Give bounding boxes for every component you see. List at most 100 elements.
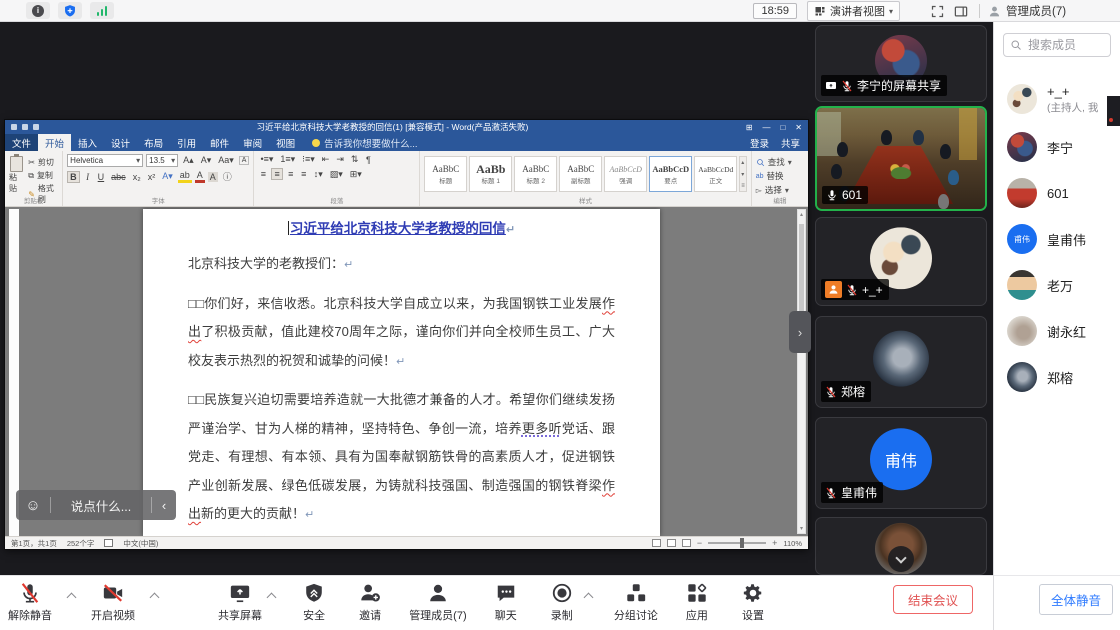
unmute-button[interactable]: 解除静音 <box>8 582 52 623</box>
video-tile-host[interactable]: +_+ <box>815 217 987 306</box>
font-size-combo[interactable]: 13.5▾ <box>146 154 178 167</box>
replace-button[interactable]: ab替换 <box>756 170 804 182</box>
emoji-smile-icon[interactable]: ☺ <box>16 498 50 513</box>
text-effects-button[interactable]: A▾ <box>160 171 175 182</box>
apps-button[interactable]: 应用 <box>680 582 714 623</box>
video-options-caret[interactable] <box>150 593 160 603</box>
underline-button[interactable]: U <box>96 172 107 182</box>
manage-members-topbar-button[interactable]: 管理成员(7) <box>988 3 1106 19</box>
font-family-combo[interactable]: Helvetica▾ <box>67 154 143 167</box>
italic-button[interactable]: I <box>83 172 93 182</box>
member-row-host[interactable]: +_+ (主持人, 我 <box>994 74 1120 124</box>
font-color-button[interactable]: A <box>195 170 205 183</box>
clear-formatting-button[interactable]: A <box>239 156 250 165</box>
cut-button[interactable]: ✂剪切 <box>28 157 58 168</box>
restore-button[interactable]: □ <box>780 123 785 132</box>
security-button[interactable]: 安全 <box>297 582 331 623</box>
read-mode-icon[interactable] <box>652 539 661 547</box>
share-screen-button[interactable]: 共享屏幕 <box>218 582 262 623</box>
pilcrow-button[interactable]: ¶ <box>363 155 373 165</box>
tell-me-box[interactable]: 告诉我你想要做什么... <box>312 136 417 150</box>
video-tile-zhengrong[interactable]: 郑榕 <box>815 316 987 408</box>
mute-all-button[interactable]: 全体静音 <box>1039 584 1113 615</box>
zoom-slider-thumb[interactable] <box>740 538 744 548</box>
align-left-button[interactable]: ≡ <box>258 169 268 179</box>
sort-button[interactable]: ⇅ <box>349 154 361 165</box>
decrease-indent-button[interactable]: ⇤ <box>320 154 332 165</box>
zoom-level[interactable]: 110% <box>783 539 802 548</box>
print-layout-icon[interactable] <box>667 539 676 547</box>
grow-font-button[interactable]: A▴ <box>181 155 196 166</box>
bullet-list-button[interactable]: •≡▾ <box>258 154 275 165</box>
style-heading1[interactable]: AaBb标题 1 <box>469 156 512 192</box>
shading-char-button[interactable]: A <box>208 172 218 182</box>
end-meeting-button[interactable]: 结束会议 <box>893 585 973 614</box>
member-row[interactable]: 甫伟 皇甫伟 <box>994 216 1120 262</box>
tab-file[interactable]: 文件 <box>5 134 38 152</box>
invite-button[interactable]: 邀请 <box>353 582 387 623</box>
word-document-area[interactable]: 习近平给北京科技大学老教授的回信↵ 北京科技大学的老教授们：↵ □□你们好，来信… <box>5 207 808 536</box>
start-video-button[interactable]: 开启视频 <box>91 582 135 623</box>
tab-design[interactable]: 设计 <box>104 134 137 152</box>
strikethrough-button[interactable]: abc <box>109 172 128 182</box>
enclose-char-button[interactable]: ⓘ <box>221 170 234 183</box>
video-tile-lining-share[interactable]: 李宁的屏幕共享 <box>815 25 987 102</box>
subscript-button[interactable]: x₂ <box>131 172 143 182</box>
document-scrollbar[interactable]: ▴ ▾ <box>797 209 806 534</box>
style-subtitle[interactable]: AaBbC副标题 <box>559 156 602 192</box>
close-button[interactable]: ✕ <box>795 123 802 132</box>
align-right-button[interactable]: ≡ <box>286 169 296 179</box>
share-options-caret[interactable] <box>267 593 277 603</box>
manage-members-button[interactable]: 管理成员(7) <box>409 582 466 623</box>
member-search-box[interactable] <box>1003 33 1111 57</box>
tab-insert[interactable]: 插入 <box>71 134 104 152</box>
member-row[interactable]: 郑榕 <box>994 354 1120 400</box>
tab-mailings[interactable]: 邮件 <box>203 134 236 152</box>
align-center-button[interactable]: ≡ <box>271 168 282 180</box>
line-spacing-button[interactable]: ↕▾ <box>312 169 325 180</box>
borders-button[interactable]: ⊞▾ <box>348 169 364 180</box>
zoom-slider[interactable] <box>708 542 766 544</box>
meeting-info-button[interactable]: i <box>26 2 50 19</box>
bold-button[interactable]: B <box>67 171 80 183</box>
superscript-button[interactable]: x² <box>146 172 158 182</box>
sign-in-button[interactable]: 登录 <box>750 136 769 150</box>
increase-indent-button[interactable]: ⇥ <box>334 154 346 165</box>
ribbon-options-icon[interactable]: ⊞ <box>746 123 753 132</box>
network-status-button[interactable] <box>90 2 114 19</box>
find-button[interactable]: 查找▾ <box>756 156 804 168</box>
fullscreen-button[interactable] <box>930 4 945 19</box>
tab-home[interactable]: 开始 <box>38 134 71 152</box>
highlight-button[interactable]: ab <box>178 170 192 183</box>
style-emphasis[interactable]: AaBbCcD强调 <box>604 156 647 192</box>
tab-layout[interactable]: 布局 <box>137 134 170 152</box>
member-row[interactable]: 老万 <box>994 262 1120 308</box>
member-row[interactable]: 601 <box>994 170 1120 216</box>
collapse-left-icon[interactable]: ‹ <box>152 498 176 513</box>
styles-gallery-scroll[interactable]: ▴▾≡ <box>739 156 747 192</box>
chat-button[interactable]: 聊天 <box>489 582 523 623</box>
word-count[interactable]: 252个字 <box>67 538 95 549</box>
audio-options-caret[interactable] <box>67 593 77 603</box>
style-keypoint-selected[interactable]: AaBbCcD要点 <box>649 156 692 192</box>
tab-view[interactable]: 视图 <box>269 134 302 152</box>
web-layout-icon[interactable] <box>682 539 691 547</box>
share-button[interactable]: 共享 <box>781 136 800 150</box>
change-case-button[interactable]: Aa▾ <box>216 155 236 166</box>
record-button[interactable]: 录制 <box>545 582 579 623</box>
page-indicator[interactable]: 第1页，共1页 <box>11 538 57 549</box>
multilevel-list-button[interactable]: ⁝≡▾ <box>300 154 317 165</box>
style-heading2[interactable]: AaBbC标题 2 <box>514 156 557 192</box>
member-row[interactable]: 李宁 <box>994 124 1120 170</box>
zoom-in-button[interactable]: + <box>772 538 777 548</box>
video-tile-601[interactable]: 601 <box>815 106 987 211</box>
scrollbar-thumb[interactable] <box>799 224 804 314</box>
minimize-button[interactable]: — <box>762 123 770 132</box>
member-row[interactable]: 谢永红 <box>994 308 1120 354</box>
shading-button[interactable]: ▨▾ <box>328 169 345 180</box>
video-tile-huangfuwei[interactable]: 甫伟 皇甫伟 <box>815 417 987 509</box>
number-list-button[interactable]: 1≡▾ <box>278 154 297 165</box>
language-indicator[interactable]: 中文(中国) <box>123 538 158 549</box>
meeting-security-button[interactable] <box>58 2 82 19</box>
style-heading[interactable]: AaBbC标题 <box>424 156 467 192</box>
